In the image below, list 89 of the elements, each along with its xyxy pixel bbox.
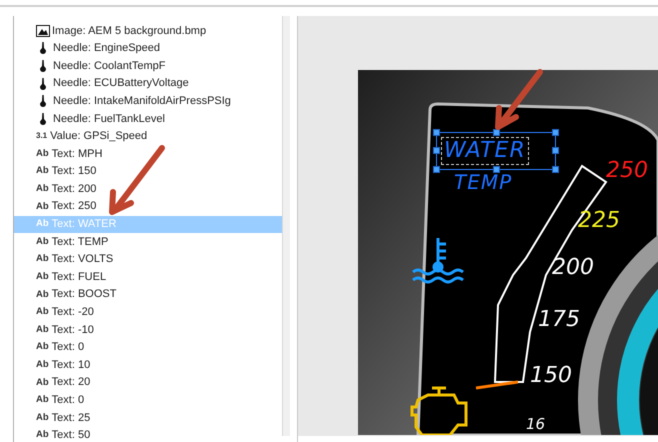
item-label: Text: MPH: [52, 146, 102, 162]
tree-item[interactable]: Ab Text: 0: [14, 338, 282, 356]
tree-item[interactable]: Ab Text: 10: [14, 356, 282, 374]
text-icon: Ab: [36, 252, 49, 267]
text-icon: Ab: [36, 340, 49, 355]
text-icon: Ab: [36, 428, 49, 442]
text-icon: Ab: [36, 234, 49, 250]
item-label: Text: -10: [52, 322, 94, 338]
tree-item[interactable]: Needle: IntakeManifoldAirPressPSIg: [14, 92, 282, 110]
tree-item[interactable]: Ab Text: 200: [14, 180, 282, 198]
item-label: Text: 200: [52, 182, 96, 197]
item-label: Needle: EngineSpeed: [53, 41, 160, 56]
tree-item[interactable]: Ab Text: 0: [14, 391, 282, 410]
gauge-label[interactable]: 225: [578, 210, 620, 232]
text-icon: Ab: [36, 288, 49, 302]
needle-icon: [39, 95, 47, 108]
item-label: Text: 50: [52, 428, 90, 442]
item-label: Text: 20: [52, 375, 90, 390]
tree-item[interactable]: Ab Text: TEMP: [14, 233, 282, 251]
gauge-label[interactable]: WATER: [444, 140, 526, 162]
text-icon: Ab: [36, 393, 49, 408]
text-icon: Ab: [36, 322, 49, 338]
needle-icon: [39, 78, 47, 90]
tree-item[interactable]: Ab Text: FUEL: [14, 268, 282, 286]
item-label: Text: WATER: [52, 217, 116, 232]
tree-item[interactable]: Needle: ECUBatteryVoltage: [14, 74, 282, 92]
text-icon: Ab: [36, 200, 49, 214]
resize-handle[interactable]: [552, 147, 559, 154]
resize-handle[interactable]: [493, 129, 500, 136]
item-label: Text: BOOST: [52, 287, 116, 302]
item-label: Text: 150: [52, 164, 96, 180]
item-label: Text: VOLTS: [52, 252, 114, 268]
text-icon: Ab: [36, 164, 49, 179]
gauge-label[interactable]: 175: [538, 309, 580, 331]
tree-item[interactable]: Ab Text: -20: [14, 304, 282, 322]
value-icon: 3.1: [36, 130, 48, 142]
needle-icon: [39, 60, 47, 72]
item-label: Text: 10: [52, 358, 90, 373]
item-label: Text: TEMP: [52, 234, 108, 250]
item-label: Text: 0: [52, 393, 84, 408]
resize-handle[interactable]: [552, 129, 559, 136]
text-icon: Ab: [36, 182, 49, 196]
text-icon: Ab: [36, 146, 49, 162]
item-label: Text: 0: [52, 340, 84, 356]
scrollbar[interactable]: [282, 16, 290, 436]
item-label: Image: AEM 5 background.bmp: [52, 24, 206, 39]
tree-item[interactable]: Ab Text: 50: [14, 426, 282, 442]
gauge-label[interactable]: 200: [552, 257, 594, 279]
item-label: Needle: IntakeManifoldAirPressPSIg: [53, 94, 231, 109]
item-label: Text: -20: [52, 305, 94, 320]
needle-icon: [39, 42, 47, 54]
tree-item[interactable]: 3.1 Value: GPSi_Speed: [14, 128, 282, 146]
gauge-label[interactable]: 16: [526, 417, 546, 432]
selection-frame[interactable]: [436, 132, 556, 170]
item-label: Needle: FuelTankLevel: [53, 112, 165, 127]
tree-item[interactable]: Ab Text: VOLTS: [14, 250, 282, 268]
tree-item[interactable]: Ab Text: 20: [14, 374, 282, 392]
resize-handle[interactable]: [433, 129, 440, 136]
tree-item[interactable]: Ab Text: MPH: [14, 145, 282, 163]
tree-item[interactable]: Ab Text: -10: [14, 321, 282, 339]
item-label: Text: 250: [52, 199, 96, 214]
item-label: Value: GPSi_Speed: [50, 129, 148, 144]
text-icon: Ab: [36, 217, 49, 232]
picture-icon: [36, 24, 50, 37]
resize-handle[interactable]: [433, 166, 440, 173]
gauge-label[interactable]: 250: [606, 160, 648, 182]
text-icon: Ab: [36, 358, 49, 372]
tree-item[interactable]: Needle: EngineSpeed: [14, 40, 282, 58]
item-label: Needle: ECUBatteryVoltage: [53, 76, 189, 92]
tree-item[interactable]: Ab Text: 150: [14, 162, 282, 180]
gauge-label[interactable]: 150: [530, 365, 572, 387]
gauge-label[interactable]: TEMP: [454, 172, 512, 192]
item-label: Text: FUEL: [52, 270, 106, 285]
tree-item[interactable]: Image: AEM 5 background.bmp: [14, 22, 282, 40]
tree-item[interactable]: Ab Text: 250: [14, 198, 282, 216]
item-label: Text: 25: [52, 410, 90, 426]
needle-icon: [39, 112, 47, 125]
tree-item[interactable]: Needle: FuelTankLevel: [14, 110, 282, 128]
tree-item[interactable]: Ab Text: 25: [14, 409, 282, 427]
text-icon: Ab: [36, 376, 49, 390]
text-icon: Ab: [36, 270, 49, 284]
resize-handle[interactable]: [433, 147, 440, 154]
item-label: Needle: CoolantTempF: [53, 58, 166, 74]
text-icon: Ab: [36, 305, 49, 320]
resize-handle[interactable]: [552, 166, 559, 173]
resize-handle[interactable]: [493, 166, 500, 173]
tree-item[interactable]: Needle: CoolantTempF: [14, 57, 282, 75]
tree-item[interactable]: Ab Text: BOOST: [14, 286, 282, 304]
text-icon: Ab: [36, 410, 49, 425]
